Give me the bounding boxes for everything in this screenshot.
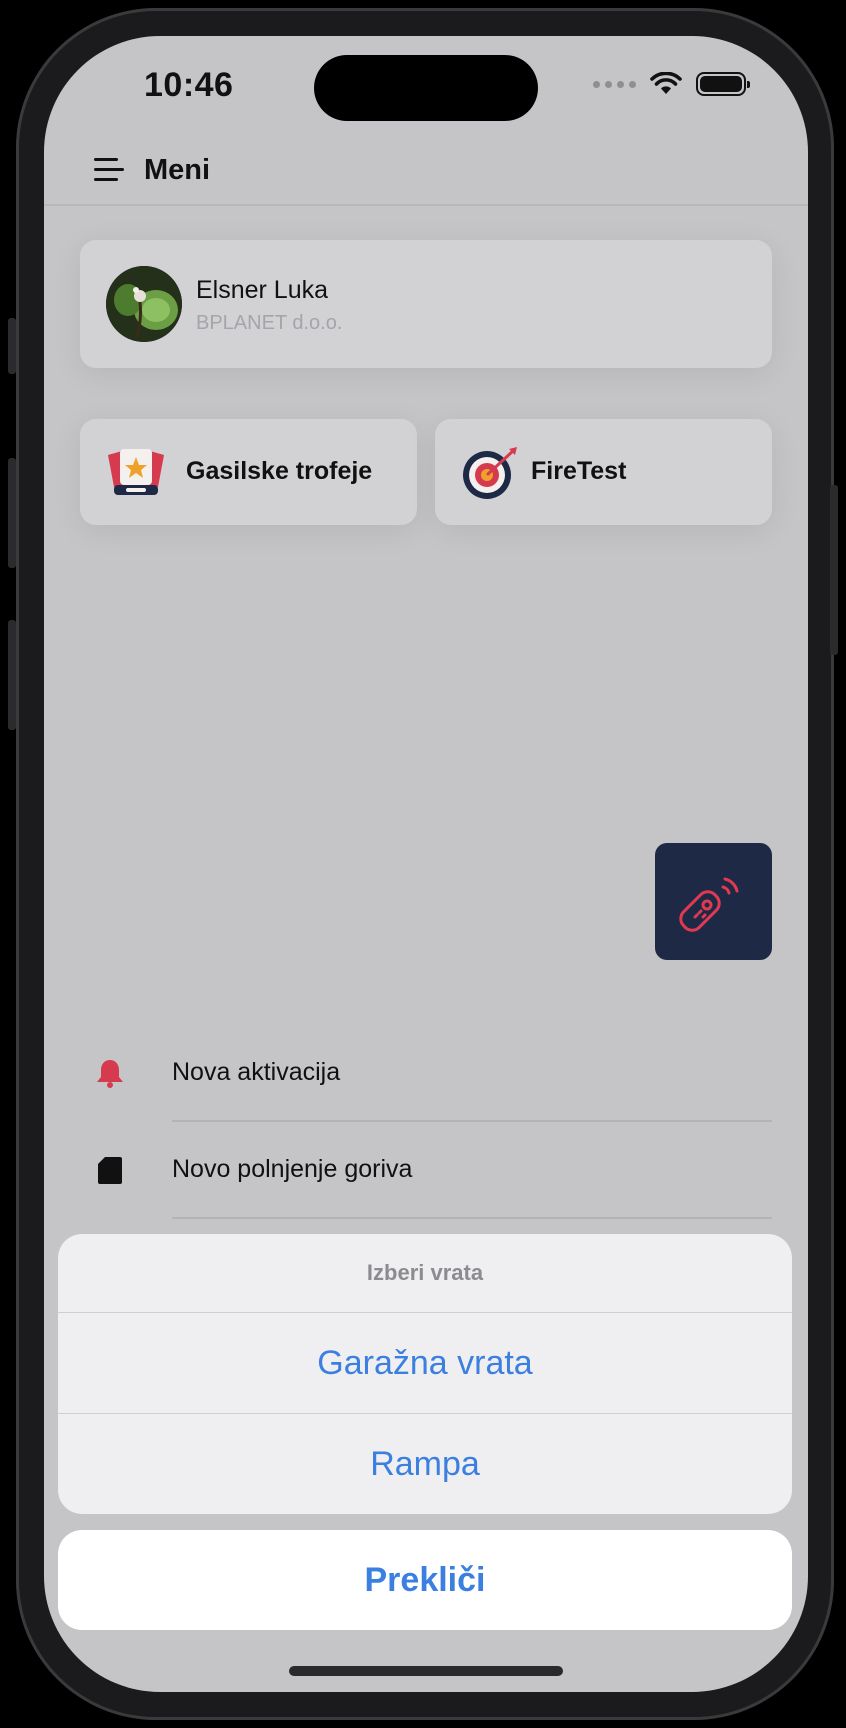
bell-icon [96,1058,124,1088]
cancel-button[interactable]: Prekliči [58,1530,792,1630]
status-icons [593,72,750,96]
list-item-nova-aktivacija[interactable]: Nova aktivacija [44,1026,808,1122]
screen: 10:46 Meni Elsner Luka BPLANET d.o.o. Ga… [44,36,808,1692]
remote-control-button[interactable] [655,843,772,960]
dynamic-island [314,55,538,121]
list-label: Nova aktivacija [172,1058,341,1086]
profile-company: BPLANET d.o.o. [196,312,343,334]
action-sheet-title: Izberi vrata [366,1260,484,1285]
status-time: 10:46 [144,66,234,104]
volume-up-button [8,458,16,568]
power-button [830,485,838,655]
tile-firetest[interactable]: FireTest [435,419,772,525]
tile-label: Gasilske trofeje [186,457,373,485]
option-garazna-vrata[interactable]: Garažna vrata [58,1312,792,1413]
hamburger-menu-icon[interactable] [94,158,124,184]
header-divider [44,204,808,206]
remote-control-icon [679,877,739,932]
trophy-icon [104,445,168,501]
home-indicator [289,1666,563,1676]
signal-dots-icon [593,80,636,88]
volume-down-button [8,620,16,730]
list-item-novo-polnjenje-goriva[interactable]: Novo polnjenje goriva [44,1123,808,1219]
list-divider [172,1120,772,1122]
option-rampa[interactable]: Rampa [58,1413,792,1514]
profile-name: Elsner Luka [196,276,329,304]
page-title: Meni [144,154,211,186]
tile-label: FireTest [531,457,627,485]
side-button [8,318,16,374]
tile-gasilske-trofeje[interactable]: Gasilske trofeje [80,419,417,525]
battery-icon [696,72,750,96]
profile-card[interactable]: Elsner Luka BPLANET d.o.o. [80,240,772,368]
avatar [106,266,182,342]
app-header: Meni [44,142,808,202]
target-icon [459,445,523,501]
action-sheet: Izberi vrata Garažna vrata Rampa [58,1234,792,1514]
list-divider [172,1217,772,1219]
document-icon [96,1155,124,1185]
list-label: Novo polnjenje goriva [172,1155,413,1183]
wifi-icon [650,72,682,94]
